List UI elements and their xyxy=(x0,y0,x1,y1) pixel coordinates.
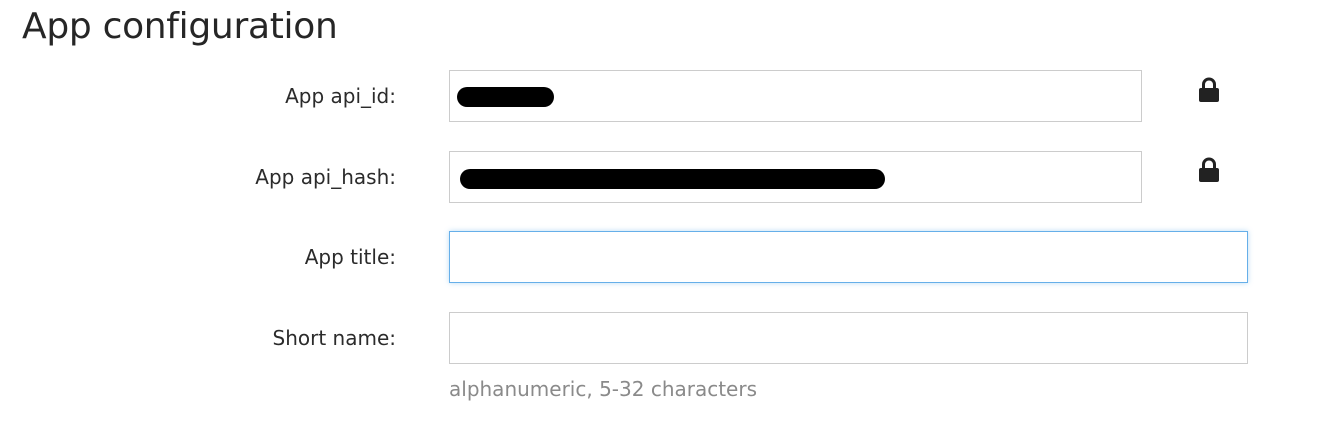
api-hash-lock-icon xyxy=(1199,157,1219,182)
short-name-label: Short name: xyxy=(272,326,397,350)
page-title: App configuration xyxy=(22,6,338,47)
api-hash-field[interactable] xyxy=(449,151,1142,203)
short-name-input[interactable] xyxy=(449,312,1248,364)
short-name-hint: alphanumeric, 5-32 characters xyxy=(449,377,758,401)
api-id-field[interactable] xyxy=(449,70,1142,122)
app-title-input[interactable] xyxy=(449,231,1248,283)
app-title-label: App title: xyxy=(304,245,396,269)
api-id-label: App api_id: xyxy=(285,84,396,108)
api-hash-redaction xyxy=(460,169,885,189)
api-id-lock-icon xyxy=(1199,77,1219,102)
api-hash-label: App api_hash: xyxy=(255,165,396,189)
api-id-redaction xyxy=(457,87,554,107)
